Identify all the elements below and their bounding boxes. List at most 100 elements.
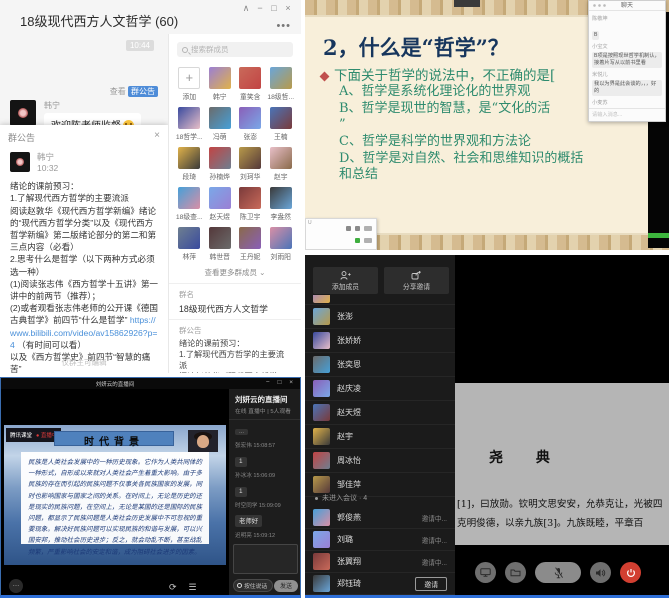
participant-name: 郑钰琦 [337, 578, 415, 589]
member-cell[interactable]: 冯萌 [206, 107, 235, 141]
participant-row[interactable]: 赵宇 [305, 425, 455, 449]
member-avatar [209, 67, 231, 89]
search-icon [182, 47, 188, 53]
window-controls[interactable]: − □ × [266, 379, 296, 386]
livestream-window: 刘妍云的直播间 − □ × 腾讯课堂 ● 直播中 时代背景 民族是人类社会发展中… [0, 377, 301, 598]
member-cell[interactable]: 赵宇 [267, 147, 296, 181]
participant-row[interactable]: 张澎 [305, 305, 455, 329]
chat-message-bubble: B [592, 31, 599, 40]
member-cell[interactable]: 林萍 [175, 227, 204, 261]
mic-on-icon[interactable] [355, 238, 360, 243]
invite-status: 邀请中... [422, 513, 447, 523]
pending-participant-row[interactable]: 郑钰琦邀请 [305, 573, 455, 595]
more-menu-icon[interactable]: ••• [276, 20, 291, 32]
chat-sender-name: 小宝文 [592, 43, 662, 50]
member-cell[interactable]: 孙楠烨 [206, 147, 235, 181]
end-call-button[interactable] [620, 562, 641, 583]
participant-row[interactable]: 赵庆凌 [305, 377, 455, 401]
live-chat-message: 1 [235, 450, 296, 468]
presentation-slide: 2，什么是“哲学”？ 下面关于哲学的说法中，不正确的是[ A、哲学是系统化理论化… [305, 0, 669, 250]
announcement-preview-line: 阅读赵敦华《现代西方哲学新... [179, 371, 291, 373]
close-icon[interactable]: × [154, 130, 160, 141]
add-member-button[interactable]: 添加成员 [313, 267, 378, 294]
member-cell[interactable]: 段琦 [175, 147, 204, 181]
announcement-preview-line: 绪论的课前预习： [179, 338, 291, 349]
close-icon[interactable]: × [281, 3, 295, 13]
member-cell[interactable]: 18哲学... [175, 107, 204, 141]
rotate-icon[interactable]: ⟳ [169, 582, 177, 593]
pin-icon[interactable]: ∧ [239, 3, 253, 14]
pending-participant-row[interactable]: 刘璐邀请中... [305, 529, 455, 551]
announcement-line: (2)或者观看张志伟老师的公开课《德国古典哲学》前四节“什么是哲学” https… [10, 302, 158, 351]
speaker-button[interactable] [590, 562, 611, 583]
more-icon[interactable] [364, 238, 372, 243]
earlier-messages-pill[interactable]: ... [235, 429, 248, 435]
member-cell[interactable]: 18级哲... [267, 67, 296, 101]
minimize-icon[interactable]: − [253, 3, 267, 13]
member-cell[interactable]: 赵天煜 [206, 187, 235, 221]
timestamp: 10:44 [126, 40, 154, 51]
group-name-section: 群名 18级现代西方人文哲学 [169, 284, 301, 320]
speaker-icon [595, 568, 606, 578]
member-name: 童笑含 [236, 91, 265, 101]
playlist-icon[interactable]: ☰ [189, 582, 197, 593]
member-name: 王楠 [267, 131, 296, 141]
member-cell[interactable]: 韩宁 [206, 67, 235, 101]
participant-name: 张翼翔 [337, 556, 422, 567]
member-cell[interactable]: 陈卫宇 [236, 187, 265, 221]
pending-participant-row[interactable]: 郭俊燕邀请中... [305, 507, 455, 529]
live-chat-input[interactable] [233, 544, 298, 574]
push-to-talk-button[interactable]: 按住说话 [233, 579, 273, 592]
slide-chat-panel: 聊天 陈敬坤B小宝文B项是按照现世哲学机制认，接着片写从以前书里看米悦儿我以为界… [588, 0, 666, 122]
participant-row[interactable]: 张娇娇 [305, 329, 455, 353]
invite-button[interactable]: 邀请 [415, 577, 447, 591]
member-cell[interactable]: 韩世晋 [206, 227, 235, 261]
participant-row[interactable]: 张奕恩 [305, 353, 455, 377]
announcement-line: 绪论的课前预习： [10, 180, 158, 192]
files-button[interactable] [505, 562, 526, 583]
announcement-highlight[interactable]: 群公告 [128, 86, 158, 97]
avatar[interactable] [10, 100, 36, 126]
mic-muted-button[interactable] [535, 562, 581, 583]
share-screen-button[interactable] [475, 562, 496, 583]
camera-icon[interactable] [346, 226, 351, 231]
member-cell[interactable]: 张澎 [236, 107, 265, 141]
group-name-label: 群名 [179, 289, 291, 300]
pending-participant-row[interactable]: 张翼翔邀请中... [305, 551, 455, 573]
participant-row[interactable]: 周冰怡 [305, 449, 455, 473]
window-dots-icon [592, 4, 606, 7]
send-button[interactable]: 发送 [274, 580, 298, 592]
group-name-value[interactable]: 18级现代西方人文哲学 [179, 302, 291, 315]
member-cell[interactable]: 18级查... [175, 187, 204, 221]
member-name: 冯萌 [206, 131, 235, 141]
maximize-icon[interactable]: □ [267, 3, 281, 13]
member-cell[interactable]: 刘珂华 [236, 147, 265, 181]
member-cell[interactable]: 王丹妮 [236, 227, 265, 261]
member-cell[interactable]: 刘雨阳 [267, 227, 296, 261]
more-members-link[interactable]: 查看更多群成员 ⌄ [169, 263, 301, 284]
video-area[interactable]: 腾讯课堂 ● 直播中 时代背景 民族是人类社会发展中的一种历史现象。它作为人类共… [1, 389, 229, 598]
member-avatar [270, 67, 292, 89]
more-icon[interactable] [364, 226, 372, 231]
member-search-input[interactable]: 搜索群成员 [177, 42, 293, 57]
share-invite-button[interactable]: 分享邀请 [384, 267, 449, 294]
system-message: 查看 群公告 [110, 86, 158, 97]
slide-option: 和总结 [339, 167, 639, 184]
add-member-tile[interactable]: + [178, 67, 200, 89]
member-cell[interactable]: 李盎然 [267, 187, 296, 221]
participant-row-partial [305, 295, 455, 305]
player-more-icon[interactable]: … [9, 579, 23, 593]
member-cell[interactable]: +添加 [175, 67, 204, 101]
member-avatar [270, 107, 292, 129]
chat-input[interactable]: 请输入消息... [589, 108, 665, 121]
avatar [313, 332, 330, 349]
participant-row[interactable]: 赵天煜 [305, 401, 455, 425]
chat-message-bubble: 我以为界是此会谈的，，，好的 [592, 80, 662, 96]
participant-name: 张奕恩 [337, 359, 447, 370]
member-cell[interactable]: 童笑含 [236, 67, 265, 101]
settings-icon[interactable] [355, 226, 360, 231]
announcement-preview-line: 1.了解现代西方哲学的主要流派 [179, 349, 291, 371]
member-cell[interactable]: 王楠 [267, 107, 296, 141]
room-status: 在线 直播中 | 5人观看 [229, 406, 301, 420]
announcement-preview[interactable]: 绪论的课前预习：1.了解现代西方哲学的主要流派阅读赵敦华《现代西方哲学新... [179, 338, 291, 373]
